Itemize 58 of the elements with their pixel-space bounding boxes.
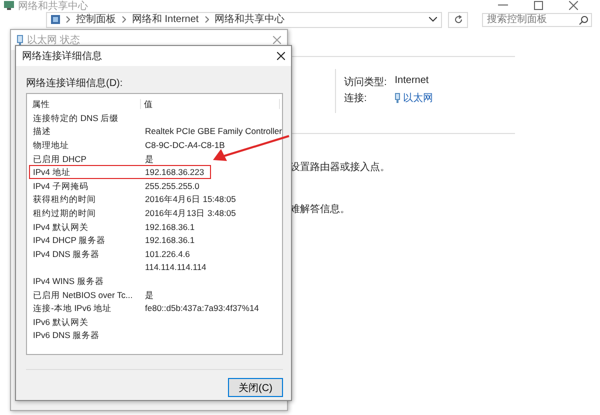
- table-cell-text: 是: [144, 154, 155, 164]
- dropdown-icon[interactable]: [429, 16, 437, 22]
- breadcrumb[interactable]: 网络和共享中心: [214, 14, 285, 26]
- table-cell-text: IPv6 默认网关: [32, 316, 90, 327]
- dialog-title: 网络连接详细信息: [22, 50, 102, 63]
- table-cell-text: IPv4 地址: [32, 167, 72, 178]
- refresh-icon: [454, 15, 462, 24]
- table-cell-text: IPv4 DHCP 服务器: [32, 235, 107, 246]
- list-label: 网络连接详细信息(D):: [26, 76, 124, 90]
- table-cell-text: IPv4 默认网关: [32, 222, 90, 232]
- search-field[interactable]: 搜索控制面板: [482, 12, 592, 26]
- breadcrumb[interactable]: 控制面板: [76, 14, 116, 26]
- table-cell-text: fe80::d5b:437a:7a93:4f37%14: [144, 303, 259, 314]
- field-label: 访问类型:: [344, 76, 387, 89]
- chevron-icon: [204, 16, 209, 23]
- table-cell-text: Realtek PCIe GBE Family Controller: [144, 126, 282, 136]
- table-cell-text: C8-9C-DC-A4-C8-1B: [144, 140, 225, 150]
- close-icon[interactable]: [277, 52, 285, 60]
- table-cell-text: 物理地址: [32, 140, 70, 150]
- ethernet-icon: [394, 93, 400, 103]
- column-header: 值: [141, 99, 280, 109]
- table-cell-text: 2016年4月6日 15:48:05: [144, 194, 236, 204]
- table-cell-text: IPv4 子网掩码: [32, 180, 90, 191]
- table-cell-text: 255.255.255.0: [144, 180, 200, 191]
- field-label: 连接:: [344, 92, 368, 105]
- breadcrumb[interactable]: 网络和 Internet: [132, 14, 199, 26]
- table-cell-text: 租约过期的时间: [32, 208, 97, 218]
- control-panel-icon: [51, 15, 60, 24]
- maximize-icon[interactable]: [534, 1, 543, 10]
- table-cell-text: 192.168.36.1: [144, 235, 195, 246]
- table-cell-text: 连接特定的 DNS 后缀: [32, 112, 120, 123]
- table-cell-text: 192.168.36.1: [144, 222, 195, 232]
- table-cell-text: 获得租约的时间: [32, 194, 97, 204]
- chevron-icon: [122, 16, 126, 23]
- refresh-button[interactable]: [448, 12, 468, 28]
- table-cell-text: 已启用 DHCP: [32, 154, 88, 164]
- address-bar[interactable]: 控制面板 网络和 Internet 网络和共享中心: [46, 12, 442, 28]
- ethernet-icon: [17, 34, 23, 46]
- table-cell-text: 描述: [32, 126, 52, 136]
- table-cell-text: 连接-本地 IPv6 地址: [32, 303, 113, 314]
- table-cell-text: IPv4 DNS 服务器: [32, 248, 101, 259]
- table-cell-text: 114.114.114.114: [144, 262, 206, 272]
- window-title: 网络和共享中心: [18, 0, 88, 12]
- table-cell-text: IPv4 WINS 服务器: [32, 276, 105, 286]
- close-button[interactable]: 关闭(C): [228, 378, 283, 397]
- search-icon: [579, 16, 588, 24]
- table-cell-text: 101.226.4.6: [144, 248, 190, 259]
- table-cell-text: 已启用 NetBIOS over Tc...: [32, 290, 134, 300]
- chevron-icon: [66, 16, 70, 23]
- table-cell-text: IPv6 DNS 服务器: [32, 330, 101, 340]
- field-value: Internet: [394, 75, 430, 88]
- column-header: 属性: [29, 99, 141, 109]
- dialog-title: 以太网 状态: [27, 34, 80, 47]
- table-cell-text: 是: [144, 290, 155, 300]
- table-cell-text: 192.168.36.223: [144, 167, 204, 178]
- table-cell-text: 2016年4月13日 3:48:05: [144, 208, 236, 218]
- connection-link[interactable]: 以太网: [402, 91, 433, 105]
- network-icon: [4, 1, 14, 10]
